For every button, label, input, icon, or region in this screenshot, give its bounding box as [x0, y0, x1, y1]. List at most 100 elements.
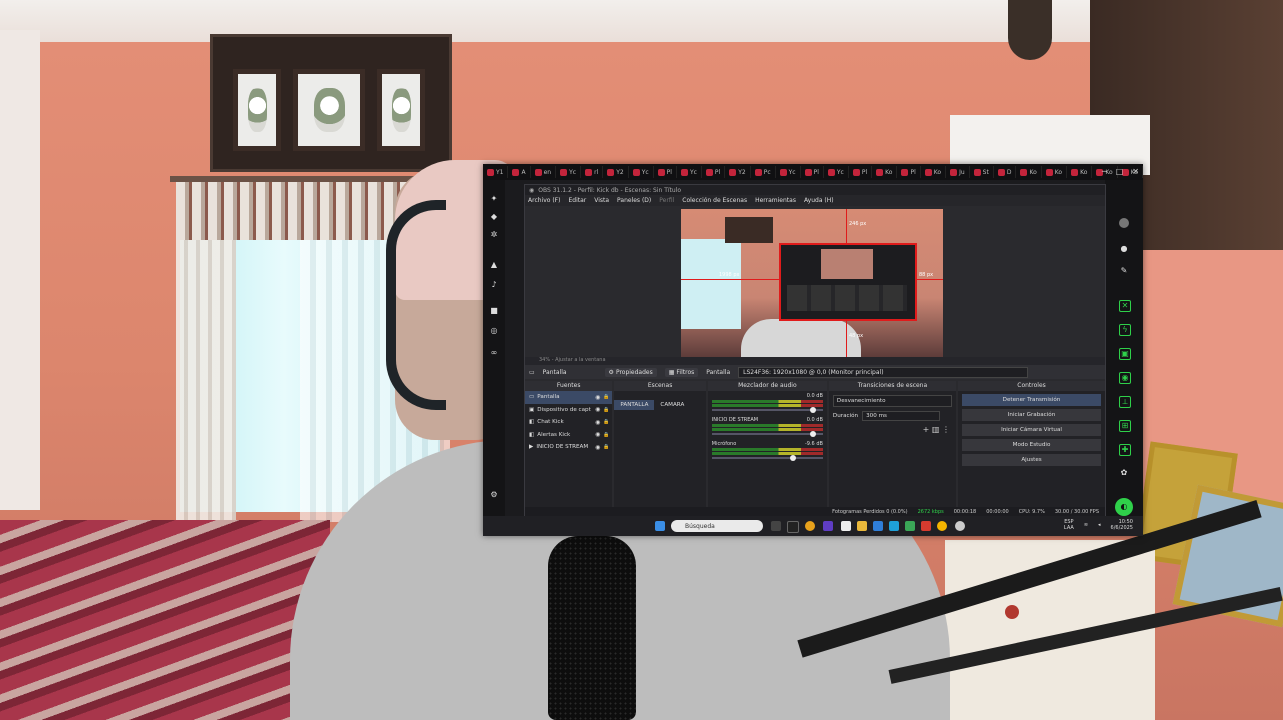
dot-icon[interactable]: ●: [1119, 244, 1129, 254]
selected-source-box[interactable]: [779, 243, 917, 321]
browser-tab[interactable]: Yc: [556, 166, 582, 178]
volume-handle[interactable]: [809, 431, 816, 437]
browser-tab[interactable]: Pc: [751, 166, 776, 178]
browser-tab[interactable]: Pl: [897, 166, 921, 178]
scene-item[interactable]: PANTALLA: [614, 400, 655, 410]
app-icon[interactable]: [905, 521, 915, 531]
lock-icon[interactable]: 🔒: [603, 444, 609, 450]
lock-icon[interactable]: 🔒: [603, 407, 609, 413]
app-icon[interactable]: [889, 521, 899, 531]
browser-tab[interactable]: Yc: [629, 166, 654, 178]
browser-tab[interactable]: Ju: [946, 166, 970, 178]
program-preview[interactable]: 246 px 1998 px 88 px 48 px: [681, 209, 943, 357]
browser-tab[interactable]: Ko: [872, 166, 898, 178]
eye-icon[interactable]: ◉: [595, 419, 600, 426]
menu-item[interactable]: Editar: [568, 197, 586, 204]
menu-item[interactable]: Archivo (F): [528, 197, 560, 204]
shield-icon[interactable]: ▣: [1119, 348, 1131, 360]
source-item[interactable]: ◧ Chat Kick ◉ 🔒: [525, 416, 612, 429]
obs-taskbar-icon[interactable]: [787, 521, 799, 533]
chrome-icon[interactable]: [937, 521, 947, 531]
volume-slider[interactable]: [711, 407, 823, 413]
control-button[interactable]: Ajustes: [962, 454, 1101, 466]
source-item[interactable]: ◧ Alertas Kick ◉ 🔒: [525, 429, 612, 442]
browser-tab[interactable]: en: [531, 166, 557, 178]
eye-icon[interactable]: ◉: [595, 444, 600, 451]
volume-handle[interactable]: [789, 455, 796, 461]
browser-tab[interactable]: Y2: [725, 166, 751, 178]
settings-icon[interactable]: ⚙: [489, 490, 499, 500]
brave-icon[interactable]: [805, 521, 815, 531]
zoom-indicator[interactable]: 34% - Ajustar a la ventana: [525, 357, 1105, 365]
menu-item[interactable]: Colección de Escenas: [682, 197, 747, 204]
control-button[interactable]: Detener Transmisión: [962, 394, 1101, 406]
task-view-icon[interactable]: [771, 521, 781, 531]
menu-item[interactable]: Paneles (D): [617, 197, 651, 204]
avatar[interactable]: [1119, 218, 1129, 228]
arrow-icon[interactable]: ▲: [489, 260, 499, 270]
browser-tab[interactable]: Ko: [921, 166, 947, 178]
chat-icon[interactable]: ◉: [1119, 372, 1131, 384]
browser-tab[interactable]: Y2: [603, 166, 629, 178]
mod-icon[interactable]: ⊞: [1119, 420, 1131, 432]
properties-button[interactable]: ⚙ Propiedades: [604, 367, 657, 377]
browser-tab[interactable]: D: [994, 166, 1017, 178]
app-icon[interactable]: [873, 521, 883, 531]
volume-handle[interactable]: [809, 407, 816, 413]
minimize-icon[interactable]: ─: [1102, 167, 1107, 176]
browser-tab[interactable]: A: [508, 166, 531, 178]
link-icon[interactable]: ⟂: [1119, 396, 1131, 408]
lock-icon[interactable]: 🔒: [603, 419, 609, 425]
browser-tab[interactable]: rl: [581, 166, 604, 178]
browser-tab[interactable]: Ko: [1042, 166, 1068, 178]
eye-icon[interactable]: ◉: [595, 406, 600, 413]
lock-icon[interactable]: 🔒: [603, 394, 609, 400]
purple-app-icon[interactable]: [823, 521, 833, 531]
system-tray[interactable]: ESP LAA ≋ ◂ 10:50 6/6/2025: [1064, 519, 1133, 531]
windows-start-icon[interactable]: [655, 521, 665, 531]
taskbar-search[interactable]: Búsqueda: [671, 520, 763, 532]
browser-tab[interactable]: Y1: [483, 166, 509, 178]
expand-icon[interactable]: ✕: [1119, 300, 1131, 312]
browser-tab[interactable]: Pl: [801, 166, 824, 178]
menu-icon[interactable]: ⋮: [942, 425, 950, 434]
trash-icon[interactable]: ▥: [932, 425, 940, 434]
menu-item[interactable]: Vista: [594, 197, 609, 204]
eye-icon[interactable]: ◉: [595, 394, 600, 401]
close-icon[interactable]: ✕: [1132, 167, 1139, 176]
volume-slider[interactable]: [711, 455, 823, 461]
note-icon[interactable]: ■: [489, 306, 499, 316]
store-icon[interactable]: [841, 521, 851, 531]
puzzle-icon[interactable]: ✿: [1119, 468, 1129, 478]
clock-icon[interactable]: ◎: [489, 326, 499, 336]
volume-slider[interactable]: [711, 431, 823, 437]
music-icon[interactable]: ♪: [489, 280, 499, 290]
filters-button[interactable]: ▦ Filtros: [664, 367, 699, 377]
lock-icon[interactable]: 🔒: [603, 432, 609, 438]
source-item[interactable]: ▶ INICIO DE STREAM ◉ 🔒: [525, 441, 612, 454]
pencil-icon[interactable]: ✎: [1119, 266, 1129, 276]
browser-tab[interactable]: Yc: [824, 166, 849, 178]
kick-logo-icon[interactable]: ◐: [1115, 498, 1133, 516]
eye-icon[interactable]: ◉: [595, 431, 600, 438]
maximize-icon[interactable]: □: [1116, 167, 1124, 176]
browser-tab[interactable]: Ko: [1067, 166, 1093, 178]
add-icon[interactable]: +: [923, 425, 930, 434]
control-button[interactable]: Iniciar Cámara Virtual: [962, 424, 1101, 436]
browser-tab[interactable]: Pl: [849, 166, 873, 178]
menu-item[interactable]: Perfil: [659, 197, 674, 204]
source-item[interactable]: ▭ Pantalla ◉ 🔒: [525, 391, 613, 404]
browser-tab[interactable]: Pl: [654, 166, 677, 178]
browser-tab[interactable]: St: [970, 166, 994, 178]
link-icon[interactable]: ∞: [489, 348, 499, 358]
star-icon[interactable]: ✲: [489, 230, 499, 240]
browser-tab[interactable]: Yc: [677, 166, 702, 178]
tool-icon[interactable]: ✚: [1119, 444, 1131, 456]
display-select[interactable]: LS24F36: 1920x1080 @ 0,0 (Monitor princi…: [738, 366, 1029, 378]
browser-tab[interactable]: Ko: [1016, 166, 1042, 178]
extension-icon[interactable]: ✦: [489, 194, 499, 204]
app-icon[interactable]: [921, 521, 931, 531]
duration-input[interactable]: 300 ms: [862, 411, 941, 421]
folder-icon[interactable]: [857, 521, 867, 531]
control-button[interactable]: Iniciar Grabación: [962, 409, 1101, 421]
